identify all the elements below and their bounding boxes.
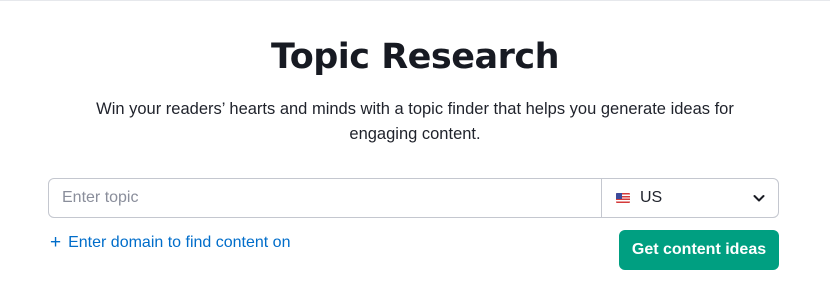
get-content-ideas-button[interactable]: Get content ideas <box>619 230 779 270</box>
add-domain-label: Enter domain to find content on <box>68 233 291 251</box>
country-select[interactable]: US <box>601 179 778 217</box>
chevron-down-icon <box>753 195 765 202</box>
topic-research-page: Topic Research Win your readers’ hearts … <box>0 0 830 308</box>
topic-input[interactable] <box>49 179 601 217</box>
topic-search-bar: US <box>48 178 779 218</box>
page-title: Topic Research <box>270 37 560 77</box>
add-domain-link[interactable]: + Enter domain to find content on <box>50 233 290 252</box>
page-subtitle: Win your readers’ hearts and minds with … <box>96 100 734 143</box>
us-flag-icon <box>616 193 630 203</box>
country-selected-value: US <box>640 189 663 206</box>
plus-icon: + <box>50 232 62 253</box>
